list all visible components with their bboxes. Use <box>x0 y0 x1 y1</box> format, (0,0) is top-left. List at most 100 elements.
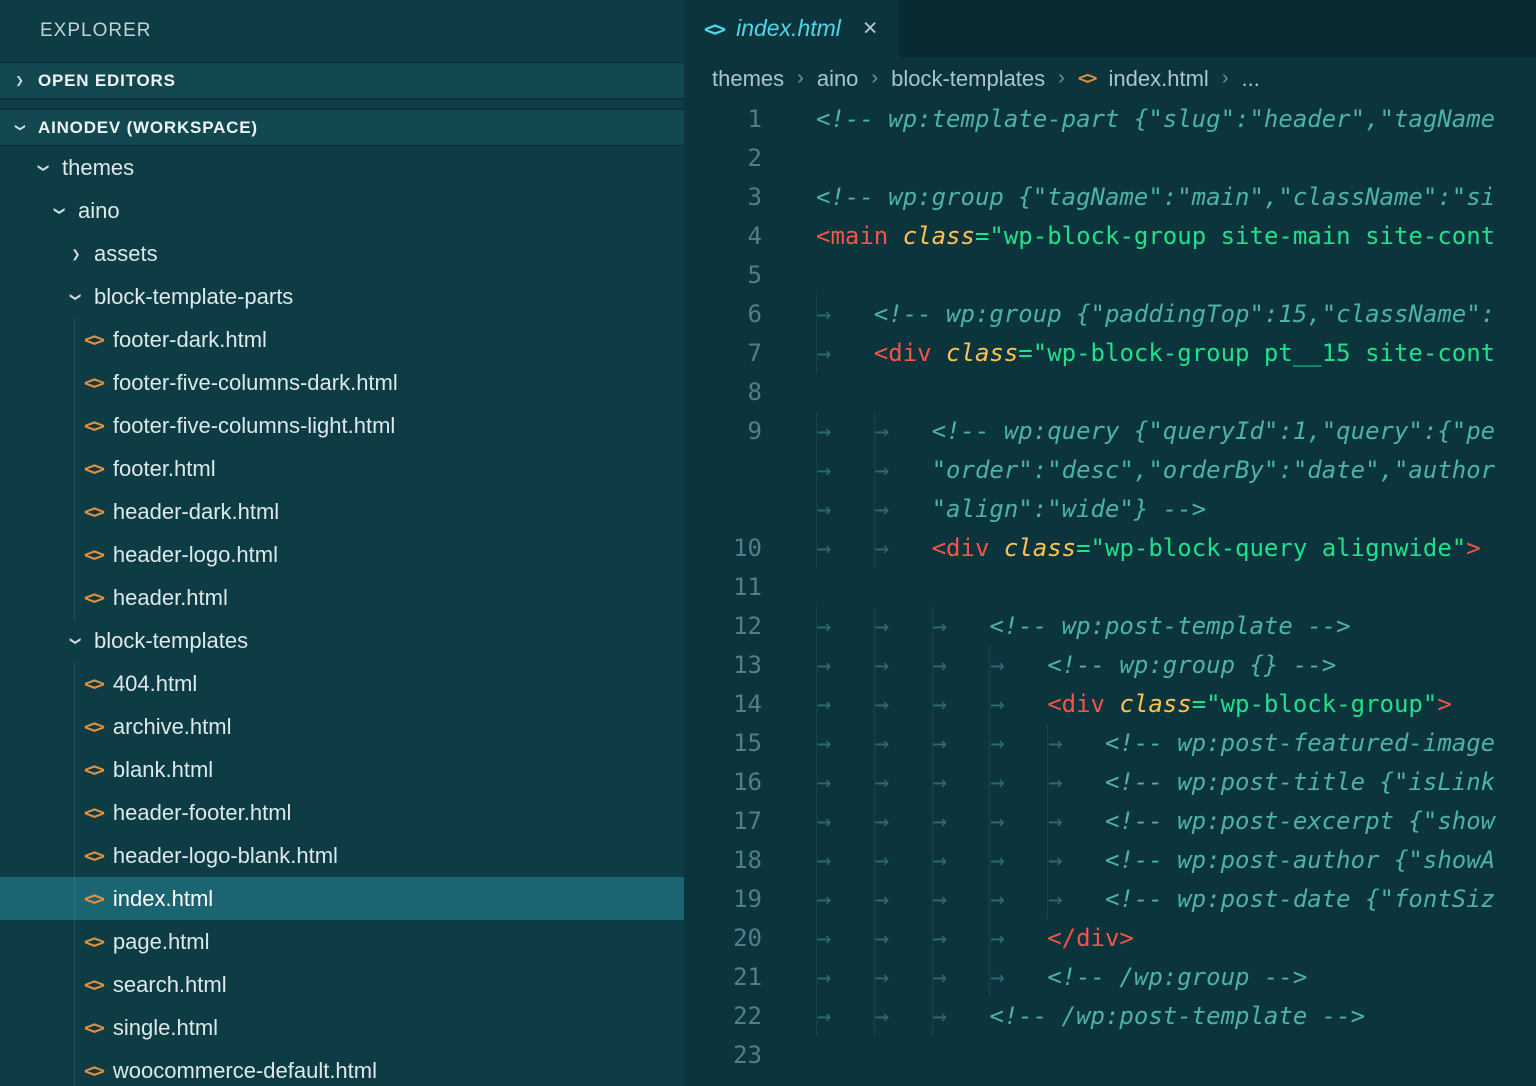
breadcrumb-block-templates[interactable]: block-templates <box>891 66 1045 92</box>
code-line-content[interactable]: <!-- wp:template-part {"slug":"header","… <box>788 100 1536 139</box>
code-line-content[interactable]: →→→→→<!-- wp:post-author {"showA <box>788 841 1536 880</box>
code-line-11: 11 <box>684 568 1536 607</box>
code-line-content[interactable]: →→<div class="wp-block-query alignwide"> <box>788 529 1536 568</box>
code-line-1: 1<!-- wp:template-part {"slug":"header",… <box>684 100 1536 139</box>
tree-file-header-footer.html[interactable]: <>header-footer.html <box>0 791 684 834</box>
code-line-content[interactable]: →→"order":"desc","orderBy":"date","autho… <box>788 451 1536 490</box>
code-line-content[interactable] <box>788 139 1536 178</box>
code-line-content[interactable]: →→→→→<!-- wp:post-date {"fontSiz <box>788 880 1536 919</box>
indent-guide: → <box>874 685 932 724</box>
tree-file-woocommerce-default.html[interactable]: <>woocommerce-default.html <box>0 1049 684 1086</box>
breadcrumb-themes[interactable]: themes <box>712 66 784 92</box>
code-line-content[interactable]: →<div class="wp-block-group pt__15 site-… <box>788 334 1536 373</box>
tree-file-footer-five-columns-dark.html[interactable]: <>footer-five-columns-dark.html <box>0 361 684 404</box>
indent-guide: → <box>874 607 932 646</box>
indent-guide: → <box>816 646 874 685</box>
chevron-right-icon[interactable]: ❯ <box>12 73 28 89</box>
html-file-icon: <> <box>704 17 724 41</box>
code-line-content[interactable]: →<!-- wp:group {"paddingTop":15,"classNa… <box>788 295 1536 334</box>
html-file-icon: <> <box>84 759 103 781</box>
indent-guide: → <box>932 919 990 958</box>
tree-item-label: header-logo.html <box>113 542 278 568</box>
indent-guide: → <box>816 802 874 841</box>
tree-file-header-logo.html[interactable]: <>header-logo.html <box>0 533 684 576</box>
html-file-icon: <> <box>84 587 103 609</box>
code-line-content[interactable]: <main class="wp-block-group site-main si… <box>788 217 1536 256</box>
code-line-content[interactable]: →→"align":"wide"} --> <box>788 490 1536 529</box>
line-number: 11 <box>684 568 788 607</box>
line-number: 21 <box>684 958 788 997</box>
code-token: ="wp-block-group pt__15 site-cont <box>1018 339 1495 367</box>
tree-folder-block-templates[interactable]: ❯block-templates <box>0 619 684 662</box>
breadcrumb-more[interactable]: ... <box>1241 66 1259 92</box>
indent-guide: → <box>816 763 874 802</box>
code-line-content[interactable]: →→→→</div> <box>788 919 1536 958</box>
chevron-down-icon[interactable]: ❯ <box>12 120 28 136</box>
tab-index-html[interactable]: <> index.html × <box>684 0 899 57</box>
line-number: 6 <box>684 295 788 334</box>
indent-guide: → <box>989 958 1047 997</box>
tree-folder-aino[interactable]: ❯aino <box>0 189 684 232</box>
tree-file-header-logo-blank.html[interactable]: <>header-logo-blank.html <box>0 834 684 877</box>
tree-file-footer-dark.html[interactable]: <>footer-dark.html <box>0 318 684 361</box>
code-line-content[interactable] <box>788 568 1536 607</box>
tree-file-blank.html[interactable]: <>blank.html <box>0 748 684 791</box>
close-icon[interactable]: × <box>863 16 878 41</box>
tree-item-label: footer.html <box>113 456 216 482</box>
tree-file-search.html[interactable]: <>search.html <box>0 963 684 1006</box>
code-line-content[interactable]: →→<!-- wp:query {"queryId":1,"query":{"p… <box>788 412 1536 451</box>
tree-file-footer-five-columns-light.html[interactable]: <>footer-five-columns-light.html <box>0 404 684 447</box>
code-line-content[interactable]: →→→→<div class="wp-block-group"> <box>788 685 1536 724</box>
chevron-down-icon[interactable]: ❯ <box>35 160 53 176</box>
tree-folder-themes[interactable]: ❯themes <box>0 146 684 189</box>
tree-file-single.html[interactable]: <>single.html <box>0 1006 684 1049</box>
tree-file-page.html[interactable]: <>page.html <box>0 920 684 963</box>
chevron-down-icon[interactable]: ❯ <box>51 203 69 219</box>
code-token: <!-- wp:post-title {"isLink <box>1105 768 1495 796</box>
code-token: <!-- wp:group {"tagName":"main","classNa… <box>816 183 1495 211</box>
code-line-content[interactable]: →→→→→<!-- wp:post-featured-image <box>788 724 1536 763</box>
breadcrumb-separator: › <box>797 67 804 90</box>
code-token: <!-- wp:group {"paddingTop":15,"classNam… <box>874 300 1495 328</box>
tree-file-footer.html[interactable]: <>footer.html <box>0 447 684 490</box>
indent-guide: → <box>989 919 1047 958</box>
open-editors-section[interactable]: ❯ OPEN EDITORS <box>0 62 684 99</box>
code-line-content[interactable]: →→→→→<!-- wp:post-excerpt {"show <box>788 802 1536 841</box>
chevron-right-icon[interactable]: ❯ <box>68 245 84 263</box>
indent-guide: → <box>874 841 932 880</box>
breadcrumb-index-html[interactable]: index.html <box>1109 66 1209 92</box>
tree-file-header.html[interactable]: <>header.html <box>0 576 684 619</box>
code-token <box>1105 690 1119 718</box>
indent-guide: → <box>932 685 990 724</box>
code-line-content[interactable]: <!-- wp:group {"tagName":"main","classNa… <box>788 178 1536 217</box>
explorer-sidebar: EXPLORER ❯ OPEN EDITORS ❯ AINODEV (WORKS… <box>0 0 684 1086</box>
indent-guide: → <box>932 997 990 1036</box>
breadcrumb-aino[interactable]: aino <box>817 66 859 92</box>
code-line-content[interactable]: →→→→<!-- wp:group {} --> <box>788 646 1536 685</box>
tree-folder-assets[interactable]: ❯assets <box>0 232 684 275</box>
code-line-content[interactable] <box>788 373 1536 412</box>
tree-file-index.html[interactable]: <>index.html <box>0 877 684 920</box>
indent-guide: → <box>932 763 990 802</box>
tree-file-header-dark.html[interactable]: <>header-dark.html <box>0 490 684 533</box>
indent-guide: → <box>932 958 990 997</box>
code-line-content[interactable] <box>788 1036 1536 1075</box>
code-token: </div> <box>1047 924 1134 952</box>
code-line-content[interactable]: →→→→<!-- /wp:group --> <box>788 958 1536 997</box>
html-file-icon: <> <box>84 845 103 867</box>
code-line-content[interactable] <box>788 256 1536 295</box>
code-line-12: 12→→→<!-- wp:post-template --> <box>684 607 1536 646</box>
code-line-content[interactable]: →→→<!-- /wp:post-template --> <box>788 997 1536 1036</box>
tree-folder-block-template-parts[interactable]: ❯block-template-parts <box>0 275 684 318</box>
indent-guide: → <box>989 724 1047 763</box>
chevron-down-icon[interactable]: ❯ <box>67 289 85 305</box>
chevron-down-icon[interactable]: ❯ <box>67 633 85 649</box>
line-number: 2 <box>684 139 788 178</box>
breadcrumb-separator: › <box>1222 67 1229 90</box>
indent-guide: → <box>1047 841 1105 880</box>
code-line-content[interactable]: →→→→→<!-- wp:post-title {"isLink <box>788 763 1536 802</box>
code-line-content[interactable]: →→→<!-- wp:post-template --> <box>788 607 1536 646</box>
tree-file-404.html[interactable]: <>404.html <box>0 662 684 705</box>
workspace-section[interactable]: ❯ AINODEV (WORKSPACE) <box>0 109 684 146</box>
tree-file-archive.html[interactable]: <>archive.html <box>0 705 684 748</box>
